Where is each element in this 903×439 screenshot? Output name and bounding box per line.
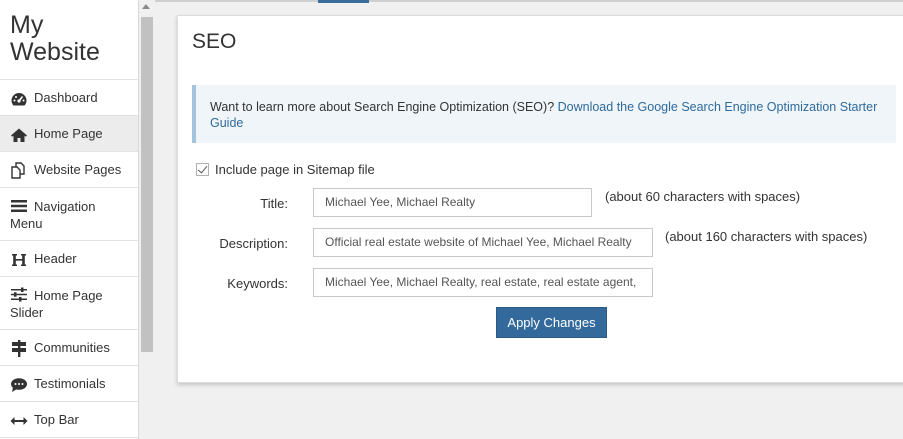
title-hint: (about 60 characters with spaces)	[605, 189, 801, 204]
sitemap-label: Include page in Sitemap file	[215, 162, 375, 177]
alert-text: Want to learn more about Search Engine O…	[210, 100, 558, 114]
sidebar-item-header[interactable]: Header	[0, 241, 138, 277]
sidebar-item-testimonials[interactable]: Testimonials	[0, 366, 138, 402]
comment-icon	[10, 377, 30, 393]
sitemap-checkbox[interactable]	[196, 163, 209, 176]
sidebar-item-navigation-menu[interactable]: Navigation Menu	[0, 188, 138, 241]
sidebar-item-website-pages[interactable]: Website Pages	[0, 152, 138, 188]
apply-changes-button[interactable]: Apply Changes	[496, 307, 607, 338]
top-divider	[155, 0, 903, 2]
header-icon	[10, 252, 30, 268]
sliders-icon	[10, 287, 30, 302]
sidebar-item-home-page[interactable]: Home Page	[0, 116, 138, 152]
sidebar-item-dashboard[interactable]: Dashboard	[0, 80, 138, 116]
seo-panel: SEO Want to learn more about Search Engi…	[177, 15, 903, 383]
title-label: Title:	[260, 196, 288, 211]
description-hint: (about 160 characters with spaces)	[665, 229, 868, 244]
sidebar-item-home-page-slider[interactable]: Home Page Slider	[0, 277, 138, 330]
seo-info-alert: Want to learn more about Search Engine O…	[192, 85, 896, 143]
signpost-icon	[10, 340, 30, 358]
page-title: SEO	[192, 30, 237, 53]
sidebar-scrollbar[interactable]	[139, 0, 155, 439]
sidebar: My Website Dashboard Home Page Website P…	[0, 0, 139, 439]
arrows-horizontal-icon	[10, 416, 30, 426]
description-input[interactable]: Official real estate website of Michael …	[313, 228, 653, 257]
menu-icon	[10, 199, 30, 213]
sidebar-item-label: Communities	[34, 340, 110, 355]
sidebar-item-label: Header	[34, 251, 77, 266]
active-tab-indicator	[318, 0, 369, 3]
sidebar-item-top-bar[interactable]: Top Bar	[0, 402, 138, 438]
sidebar-item-label: Home Page	[34, 126, 103, 141]
keywords-label: Keywords:	[227, 276, 288, 291]
keywords-input[interactable]: Michael Yee, Michael Realty, real estate…	[313, 268, 653, 297]
scroll-thumb[interactable]	[141, 17, 153, 352]
dashboard-icon	[10, 91, 30, 107]
sidebar-item-communities[interactable]: Communities	[0, 330, 138, 366]
sidebar-item-label: Top Bar	[34, 412, 79, 427]
description-label: Description:	[219, 236, 288, 251]
site-title: My Website	[0, 0, 138, 80]
home-icon	[10, 127, 30, 143]
sidebar-item-label: Testimonials	[34, 376, 106, 391]
sidebar-item-label: Website Pages	[34, 162, 122, 177]
scroll-up-arrow-icon[interactable]	[142, 4, 150, 9]
sidebar-item-label: Dashboard	[34, 90, 98, 105]
title-input[interactable]: Michael Yee, Michael Realty	[313, 188, 592, 217]
sitemap-option[interactable]: Include page in Sitemap file	[196, 162, 375, 177]
pages-icon	[10, 162, 30, 179]
